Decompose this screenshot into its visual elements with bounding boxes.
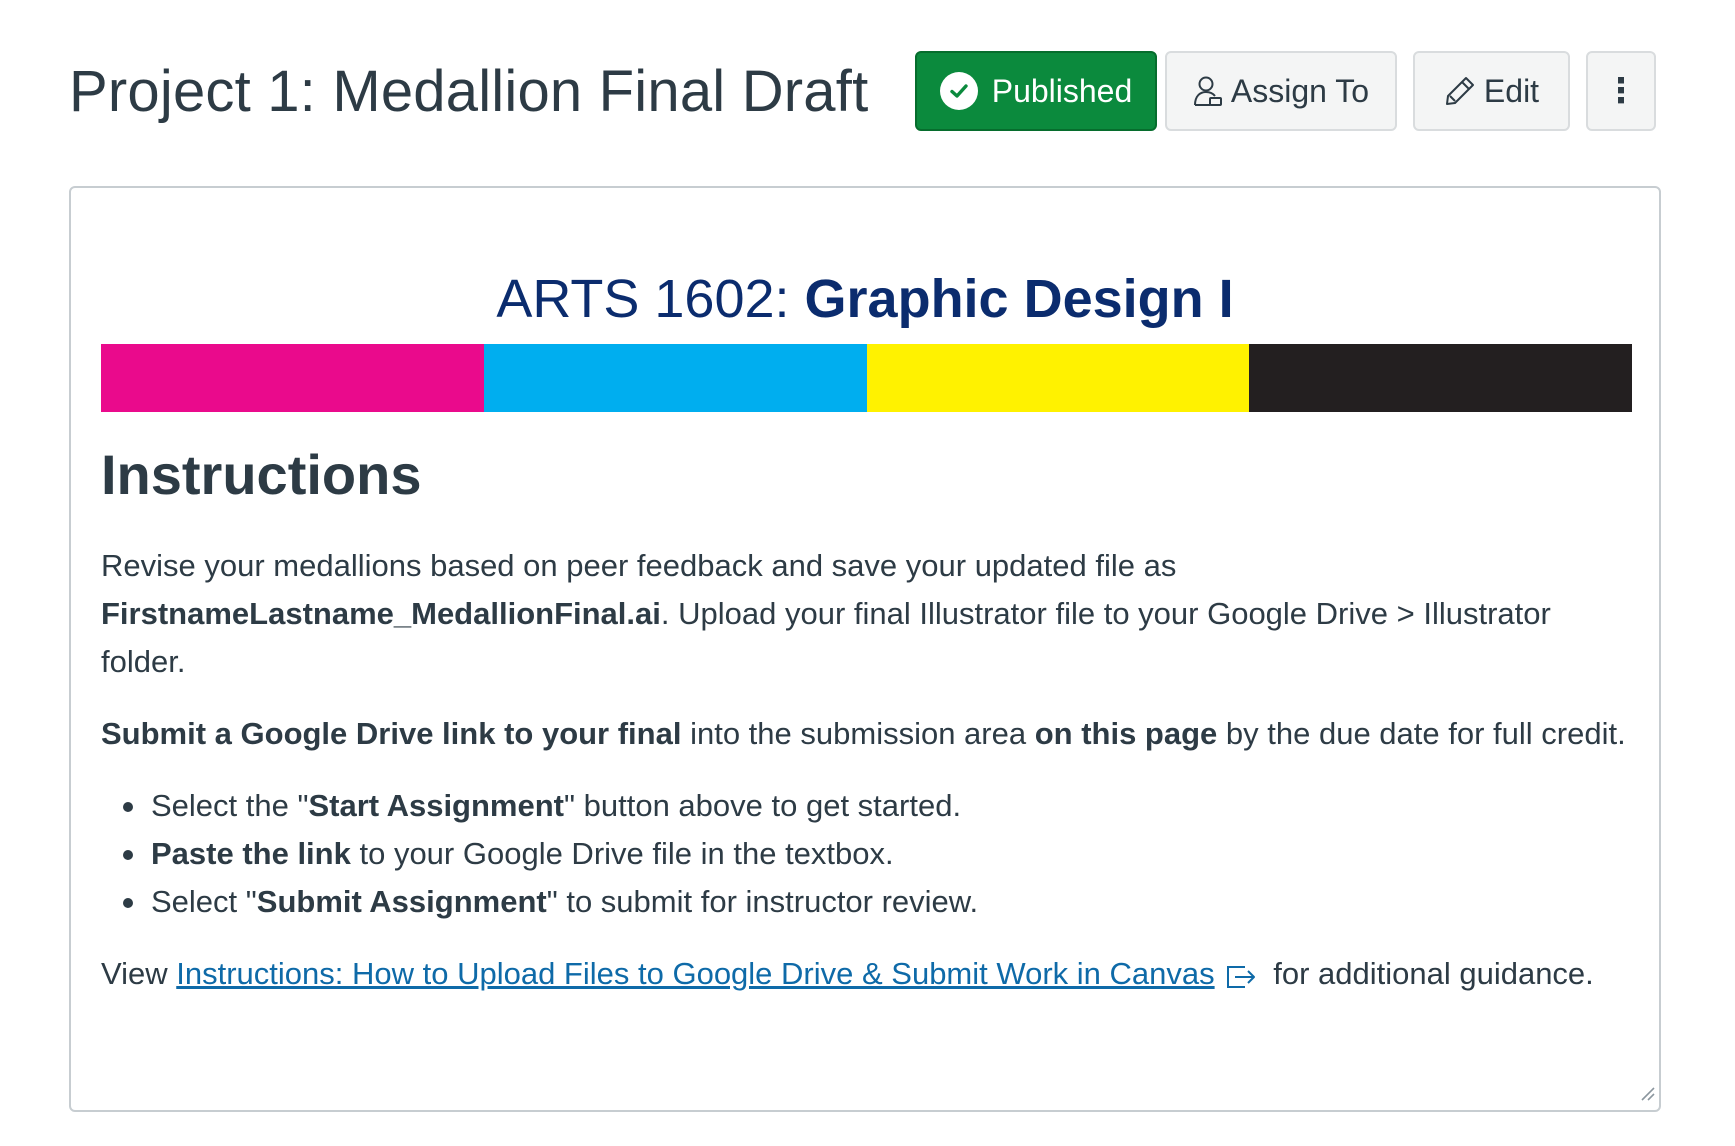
instructions-content: Instructions Revise your medallions base… [101, 444, 1632, 1028]
user-assign-icon [1193, 75, 1223, 107]
header-actions: Published Assign To Edit ⋮ [915, 50, 1656, 132]
text: " button above to get started. [564, 787, 962, 823]
text: by the due date for full credit. [1217, 715, 1626, 751]
text: for additional guidance. [1264, 955, 1594, 991]
filename-text: FirstnameLastname_MedallionFinal.ai [101, 595, 661, 631]
color-band-cyan [483, 344, 867, 412]
published-button[interactable]: Published [915, 51, 1157, 131]
text: to your Google Drive file in the textbox… [350, 835, 894, 871]
text: View [101, 955, 177, 991]
assign-to-label: Assign To [1230, 72, 1370, 109]
list-item: Select the "Start Assignment" button abo… [101, 782, 1632, 830]
bold-text: on this page [1034, 715, 1218, 751]
steps-list: Select the "Start Assignment" button abo… [101, 782, 1632, 926]
bold-text: Start Assignment [308, 787, 564, 823]
color-band-magenta [101, 344, 484, 412]
page-title: Project 1: Medallion Final Draft [69, 58, 869, 124]
course-code: ARTS 1602: [496, 269, 805, 329]
instructions-paragraph-1: Revise your medallions based on peer fee… [101, 542, 1632, 686]
more-options-button[interactable]: ⋮ [1586, 51, 1656, 131]
resize-handle-icon[interactable] [1638, 1084, 1656, 1107]
external-link-icon[interactable] [1225, 956, 1257, 1004]
bold-text: Submit a Google Drive link to your final [101, 715, 682, 751]
page-header: Project 1: Medallion Final Draft Publish… [69, 50, 1663, 132]
check-circle-icon [939, 72, 978, 110]
text: Select the " [151, 787, 309, 823]
course-banner-title: ARTS 1602: Graphic Design I [71, 268, 1659, 330]
bold-text: Submit Assignment [256, 883, 547, 919]
assignment-description: ARTS 1602: Graphic Design I Instructions… [69, 186, 1661, 1112]
instructions-paragraph-3: View Instructions: How to Upload Files t… [101, 950, 1632, 1004]
instructions-heading: Instructions [101, 443, 422, 506]
color-band-yellow [866, 344, 1250, 412]
text: into the submission area [681, 715, 1035, 751]
edit-label: Edit [1483, 72, 1540, 109]
assign-to-button[interactable]: Assign To [1165, 51, 1397, 131]
upload-instructions-link[interactable]: Instructions: How to Upload Files to Goo… [176, 956, 1214, 991]
text: " to submit for instructor review. [546, 883, 979, 919]
cmyk-color-bar [101, 344, 1632, 412]
bold-text: Paste the link [151, 835, 351, 871]
instructions-paragraph-2: Submit a Google Drive link to your final… [101, 710, 1632, 758]
course-name: Graphic Design I [804, 269, 1234, 329]
more-vertical-icon: ⋮ [1604, 72, 1638, 110]
published-label: Published [991, 72, 1133, 109]
pencil-icon [1444, 75, 1476, 107]
assignment-page: Project 1: Medallion Final Draft Publish… [0, 0, 1735, 1146]
text: Revise your medallions based on peer fee… [101, 547, 1177, 583]
color-band-black [1249, 344, 1632, 412]
list-item: Paste the link to your Google Drive file… [101, 830, 1632, 878]
list-item: Select "Submit Assignment" to submit for… [101, 878, 1632, 926]
text: Select " [151, 883, 257, 919]
edit-button[interactable]: Edit [1413, 51, 1570, 131]
